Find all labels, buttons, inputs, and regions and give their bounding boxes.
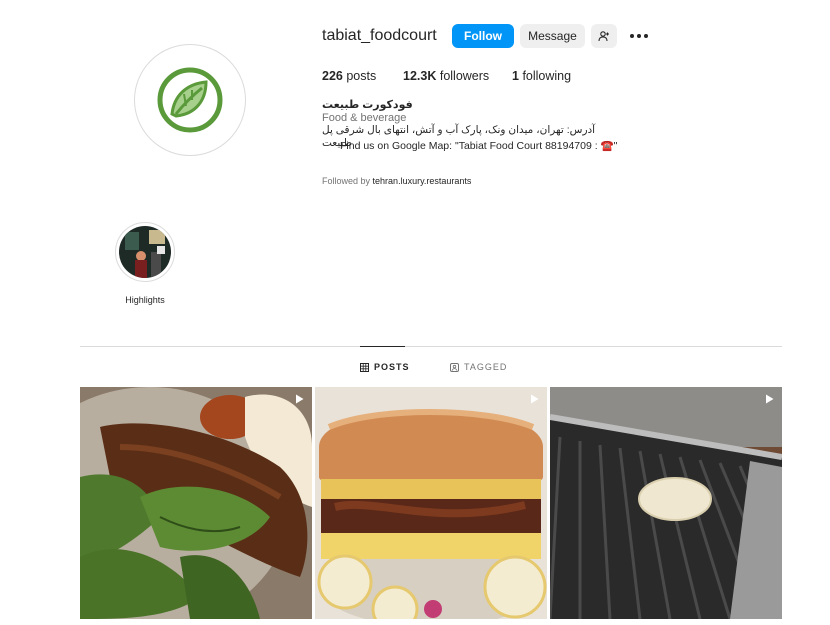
posts-stat: 226 posts — [322, 69, 376, 83]
tab-posts-label: POSTS — [374, 362, 410, 372]
profile-avatar[interactable] — [134, 44, 246, 156]
tagged-icon — [450, 362, 459, 372]
reel-icon — [766, 394, 774, 404]
followers-count: 12.3K — [403, 69, 437, 83]
posts-label: posts — [346, 69, 377, 83]
highlight-item[interactable] — [115, 222, 175, 282]
tab-posts[interactable]: POSTS — [360, 362, 410, 372]
highlight-cover — [119, 226, 171, 278]
following-label: following — [522, 69, 572, 83]
posts-count: 226 — [322, 69, 343, 83]
followers-label: followers — [439, 69, 490, 83]
tab-tagged[interactable]: TAGGED — [450, 362, 507, 372]
grid-icon — [360, 362, 369, 372]
post-thumbnail[interactable] — [550, 387, 782, 619]
logo-leaf-icon — [157, 67, 223, 133]
profile-full-name: فودکورت طبیعت — [322, 99, 413, 111]
profile-category: Food & beverage — [322, 112, 407, 124]
follow-button[interactable]: Follow — [452, 24, 514, 48]
following-count: 1 — [512, 69, 519, 83]
more-options-icon[interactable] — [630, 34, 648, 40]
tabs-divider — [80, 346, 782, 347]
add-person-icon — [598, 31, 609, 42]
followed-by-prefix: Followed by — [322, 176, 371, 186]
tab-tagged-label: TAGGED — [464, 362, 508, 372]
following-stat[interactable]: 1 following — [512, 69, 571, 83]
active-tab-indicator — [360, 346, 405, 347]
profile-username: tabiat_foodcourt — [322, 27, 437, 44]
followers-stat[interactable]: 12.3K followers — [403, 69, 489, 83]
message-button[interactable]: Message — [520, 24, 585, 48]
bio-map-line: Find us on Google Map: "Tabiat Food Cour… — [340, 140, 618, 152]
post-thumbnail[interactable] — [315, 387, 547, 619]
followed-by[interactable]: Followed by tehran.luxury.restaurants — [322, 176, 471, 186]
reel-icon — [531, 394, 539, 404]
reel-icon — [296, 394, 304, 404]
suggest-accounts-button[interactable] — [591, 24, 617, 48]
followed-by-user[interactable]: tehran.luxury.restaurants — [373, 176, 472, 186]
highlight-label: Highlights — [125, 295, 165, 305]
post-thumbnail[interactable] — [80, 387, 312, 619]
